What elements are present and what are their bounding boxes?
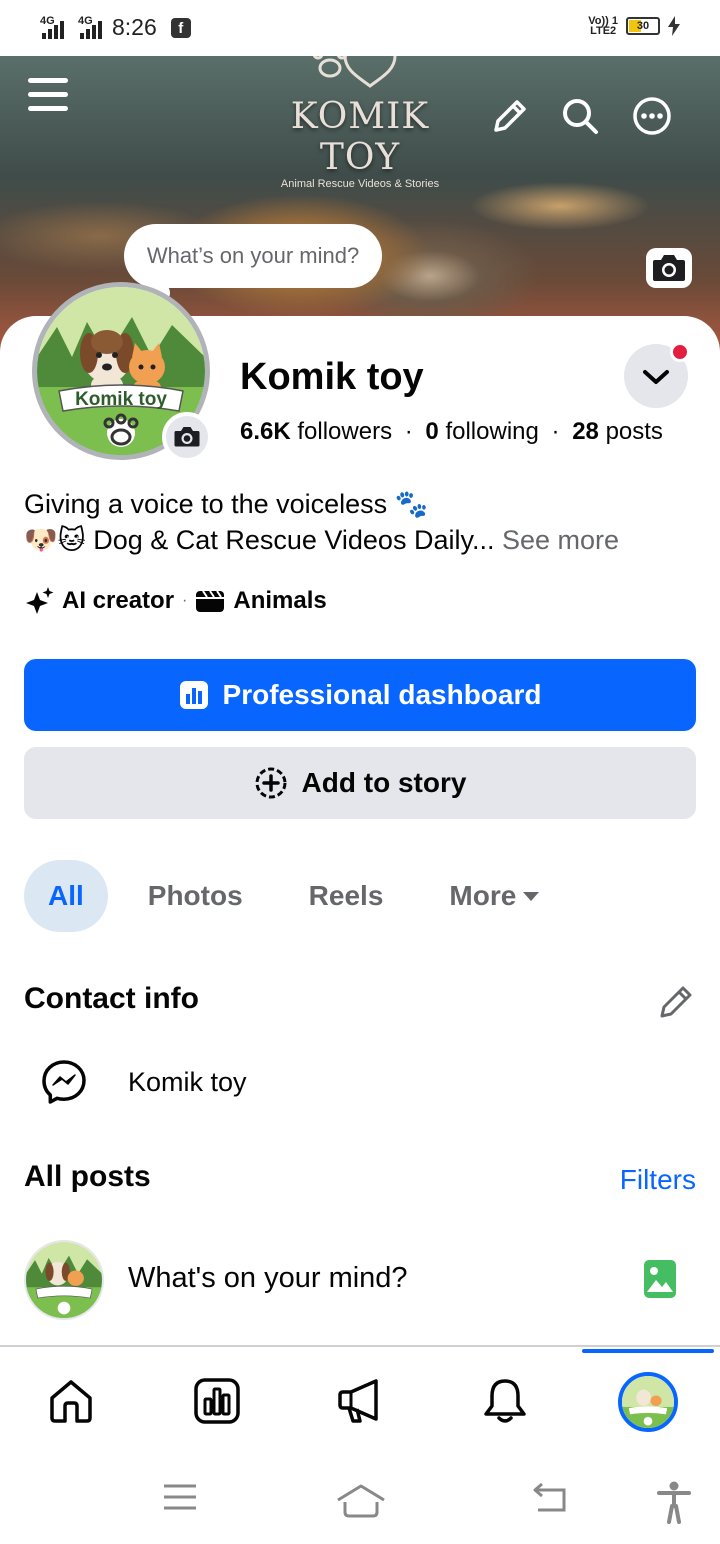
post-composer[interactable]: What's on your mind?: [24, 1240, 696, 1320]
cover-brand-title: KOMIK TOY: [290, 96, 430, 178]
volte-indicator: Vo)) 1 LTE2: [588, 15, 618, 37]
posts-count: 28: [572, 418, 599, 445]
network-label: 4G: [40, 14, 55, 27]
menu-icon[interactable]: [28, 78, 68, 114]
charging-icon: [668, 16, 680, 36]
add-to-story-label: Add to story: [301, 767, 467, 798]
recent-apps-icon[interactable]: [162, 1482, 198, 1512]
pencil-icon[interactable]: [490, 96, 530, 136]
more-icon[interactable]: [632, 96, 672, 136]
messenger-contact-name: Komik toy: [128, 1066, 247, 1097]
followers-label[interactable]: followers: [297, 418, 392, 445]
bio-line-1: Giving a voice to the voiceless 🐾: [24, 489, 429, 519]
avatar-camera-icon[interactable]: [162, 412, 212, 462]
professional-dashboard-label: Professional dashboard: [222, 679, 542, 710]
dashboard-icon[interactable]: [192, 1376, 242, 1426]
avatar-label: Komik toy: [75, 389, 167, 410]
posts-label: posts: [605, 418, 663, 445]
tab-more[interactable]: More: [425, 860, 564, 932]
network-label-2: 4G: [78, 14, 93, 27]
notification-dot: [670, 342, 690, 362]
active-tab-indicator: [582, 1349, 714, 1353]
contact-info-title: Contact info: [24, 982, 199, 1015]
profile-stats: 6.6K followers · 0 following · 28 posts: [240, 418, 663, 445]
profile-bio: Giving a voice to the voiceless 🐾 🐶🐱 Dog…: [24, 486, 619, 558]
cover-brand: KOMIK TOY Animal Rescue Videos & Stories: [250, 96, 470, 190]
profile-avatar-tab[interactable]: [618, 1372, 678, 1432]
signal-icon-2: 4G: [78, 14, 102, 39]
tab-all[interactable]: All: [24, 860, 108, 932]
following-label[interactable]: following: [445, 418, 538, 445]
system-home-icon[interactable]: [336, 1482, 386, 1520]
filters-button[interactable]: Filters: [620, 1164, 696, 1196]
clock: 8:26: [112, 14, 157, 40]
see-more-link[interactable]: See more: [502, 525, 619, 555]
composer-avatar: [24, 1240, 104, 1320]
professional-dashboard-button[interactable]: Professional dashboard: [24, 659, 696, 731]
bell-icon[interactable]: [480, 1376, 530, 1426]
followers-count[interactable]: 6.6K: [240, 418, 291, 445]
facebook-notification-icon: f: [170, 17, 191, 38]
battery-icon: 30: [626, 17, 660, 35]
story-bubble[interactable]: What’s on your mind?: [124, 224, 382, 288]
bottom-nav: [0, 1356, 720, 1456]
nav-divider: [0, 1345, 720, 1347]
all-posts-title: All posts: [24, 1160, 151, 1193]
category-ai-creator: AI creator: [62, 587, 175, 614]
caret-down-icon: [523, 892, 540, 901]
clapperboard-icon: [196, 590, 225, 612]
contact-messenger-row[interactable]: Komik toy: [40, 1058, 247, 1106]
bio-line-2: 🐶🐱 Dog & Cat Rescue Videos Daily...: [24, 525, 495, 555]
messenger-icon: [42, 1060, 86, 1104]
category-animals: Animals: [233, 587, 327, 614]
accessibility-icon[interactable]: [656, 1480, 692, 1524]
profile-tabs: All Photos Reels More: [24, 860, 564, 932]
cover-camera-icon[interactable]: [646, 248, 692, 288]
tab-photos[interactable]: Photos: [124, 860, 267, 932]
status-bar: 4G 4G 8:26 f Vo)) 1 LTE2 30: [0, 0, 720, 56]
add-to-story-button[interactable]: Add to story: [24, 747, 696, 819]
back-icon[interactable]: [530, 1482, 570, 1514]
photo-icon[interactable]: [644, 1260, 676, 1298]
sparkle-icon: [26, 587, 54, 614]
following-count[interactable]: 0: [425, 418, 438, 445]
profile-categories: AI creator · Animals: [24, 586, 327, 616]
home-icon[interactable]: [46, 1376, 96, 1426]
search-icon[interactable]: [560, 96, 600, 136]
megaphone-icon[interactable]: [336, 1376, 386, 1426]
tab-reels[interactable]: Reels: [285, 860, 408, 932]
tab-more-label: More: [449, 880, 517, 911]
cover-brand-subtitle: Animal Rescue Videos & Stories: [280, 178, 440, 190]
dashboard-chart-icon: [179, 681, 208, 709]
add-story-icon: [255, 767, 287, 799]
profile-name: Komik toy: [240, 356, 424, 398]
edit-pencil-icon[interactable]: [656, 982, 696, 1022]
system-nav-bar: [0, 1460, 720, 1544]
paw-heart-logo: [312, 56, 397, 88]
composer-placeholder[interactable]: What's on your mind?: [128, 1262, 408, 1295]
signal-icon: 4G: [40, 14, 64, 39]
